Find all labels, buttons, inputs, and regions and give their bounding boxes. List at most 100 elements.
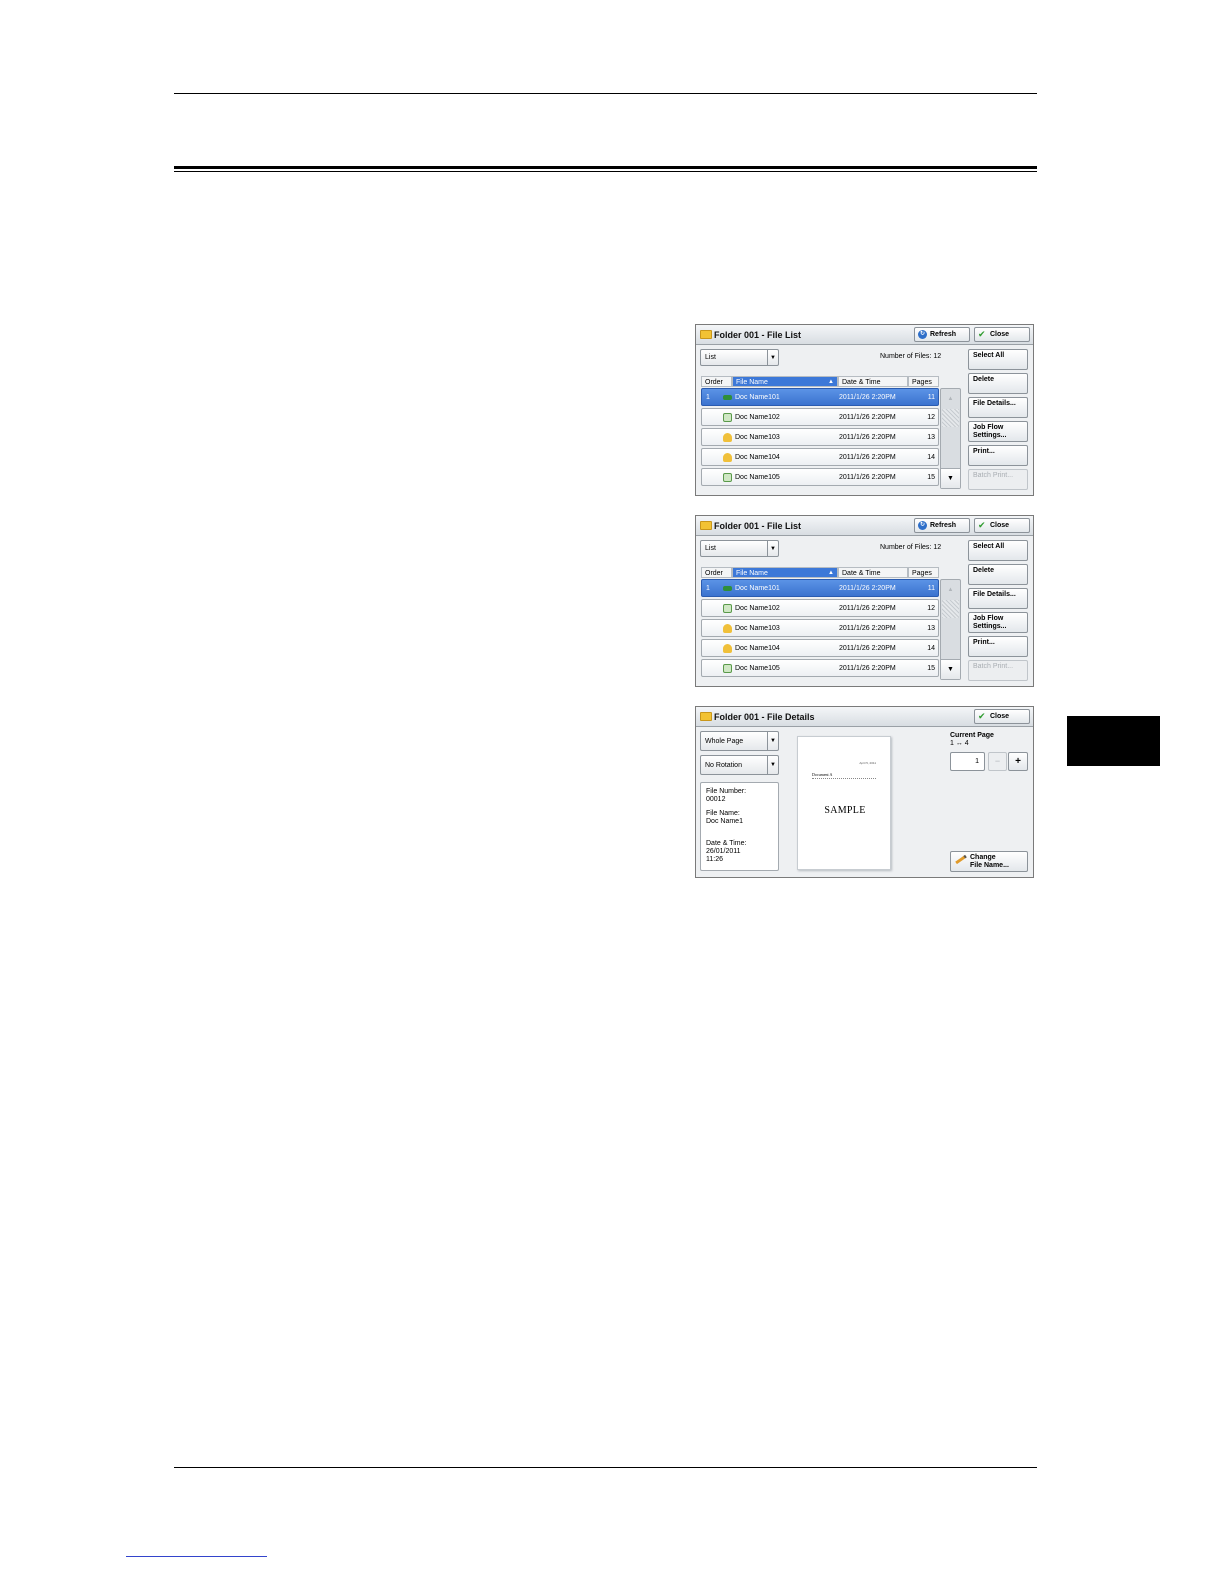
table-row[interactable]: Doc Name102 2011/1/26 2:20PM 12 <box>701 408 939 426</box>
table-row[interactable]: Doc Name105 2011/1/26 2:20PM 15 <box>701 659 939 677</box>
scroll-down-icon[interactable]: ▼ <box>941 468 960 488</box>
table-row[interactable]: Doc Name103 2011/1/26 2:20PM 13 <box>701 428 939 446</box>
row-date-time: 2011/1/26 2:20PM <box>839 585 896 592</box>
column-header-order[interactable]: Order <box>701 376 732 387</box>
page-of-total: 1 ↔ 4 <box>950 740 969 747</box>
file-name-label: File Name: <box>706 810 740 817</box>
view-select[interactable]: List ▼ <box>700 540 779 557</box>
file-list: 1 Doc Name101 2011/1/26 2:20PM 11 Doc Name10… <box>701 579 939 680</box>
column-header-order[interactable]: Order <box>701 567 732 578</box>
column-header-date-time[interactable]: Date & Time <box>838 376 908 387</box>
file-number-label: File Number: <box>706 788 747 795</box>
row-pages: 15 <box>927 474 935 481</box>
change-file-name-button[interactable]: Change File Name... <box>950 851 1028 872</box>
chevron-down-icon: ▼ <box>767 756 778 774</box>
refresh-button[interactable]: ↻ Refresh <box>914 327 970 342</box>
scroll-up-icon[interactable]: ▲ <box>941 389 960 409</box>
previous-page-button[interactable]: − <box>988 752 1007 771</box>
view-select[interactable]: List ▼ <box>700 349 779 366</box>
chevron-down-icon: ▼ <box>767 350 778 365</box>
select-all-button[interactable]: Select All <box>968 540 1028 561</box>
panel-title: Folder 001 - File List <box>714 521 802 531</box>
job-flow-label-line1: Job Flow <box>973 615 1004 622</box>
column-header-date-time[interactable]: Date & Time <box>838 567 908 578</box>
preview-heading: Document A <box>812 772 833 777</box>
select-all-button[interactable]: Select All <box>968 349 1028 370</box>
current-page-label: Current Page <box>950 732 994 739</box>
section-rule-thick <box>174 166 1037 169</box>
footer-link-underline[interactable] <box>126 1556 267 1557</box>
number-of-files: Number of Files: 12 <box>880 544 941 551</box>
list-scrollbar[interactable]: ▲ ▼ <box>940 579 961 680</box>
scroll-down-icon[interactable]: ▼ <box>941 659 960 679</box>
page-view-select[interactable]: Whole Page ▼ <box>700 731 779 751</box>
job-flow-label-line1: Job Flow <box>973 424 1004 431</box>
check-icon: ✔ <box>978 520 986 530</box>
delete-button[interactable]: Delete <box>968 373 1028 394</box>
job-flow-label-line2: Settings... <box>973 432 1007 439</box>
table-row[interactable]: Doc Name104 2011/1/26 2:20PM 14 <box>701 448 939 466</box>
box-icon <box>723 586 732 591</box>
next-page-button[interactable]: + <box>1008 752 1028 771</box>
view-select-value: List <box>705 545 716 552</box>
row-file-name: Doc Name105 <box>735 474 780 481</box>
column-header-file-name[interactable]: File Name ▲ <box>732 567 838 578</box>
close-button[interactable]: ✔ Close <box>974 518 1030 533</box>
table-row[interactable]: Doc Name104 2011/1/26 2:20PM 14 <box>701 639 939 657</box>
table-row[interactable]: 1 Doc Name101 2011/1/26 2:20PM 11 <box>701 579 939 597</box>
row-date-time: 2011/1/26 2:20PM <box>839 625 896 632</box>
row-file-name: Doc Name101 <box>735 585 780 592</box>
column-header-file-name[interactable]: File Name ▲ <box>732 376 838 387</box>
row-pages: 12 <box>927 605 935 612</box>
rotation-select[interactable]: No Rotation ▼ <box>700 755 779 775</box>
batch-print-button[interactable]: Batch Print... <box>968 660 1028 681</box>
title-bar: Folder 001 - File Details ✔ Close <box>696 707 1033 727</box>
folder-icon <box>700 330 712 339</box>
chevron-down-icon: ▼ <box>767 732 778 750</box>
preview-date: April 5, 2011 <box>859 761 876 765</box>
batch-print-button[interactable]: Batch Print... <box>968 469 1028 490</box>
scroll-thumb[interactable] <box>942 600 959 618</box>
column-header-file-name-label: File Name <box>736 570 768 577</box>
column-header-file-name-label: File Name <box>736 379 768 386</box>
change-name-line1: Change <box>970 854 996 861</box>
job-flow-settings-button[interactable]: Job Flow Settings... <box>968 612 1028 633</box>
refresh-icon: ↻ <box>918 330 927 339</box>
close-button[interactable]: ✔ Close <box>974 327 1030 342</box>
scroll-thumb[interactable] <box>942 409 959 427</box>
user-icon <box>723 433 732 442</box>
row-pages: 13 <box>927 434 935 441</box>
scroll-up-icon[interactable]: ▲ <box>941 580 960 600</box>
row-pages: 14 <box>927 645 935 652</box>
file-details-button[interactable]: File Details... <box>968 397 1028 418</box>
row-file-name: Doc Name104 <box>735 645 780 652</box>
close-button[interactable]: ✔ Close <box>974 709 1030 724</box>
table-row[interactable]: Doc Name105 2011/1/26 2:20PM 15 <box>701 468 939 486</box>
refresh-button[interactable]: ↻ Refresh <box>914 518 970 533</box>
file-details-button[interactable]: File Details... <box>968 588 1028 609</box>
panel-title: Folder 001 - File Details <box>714 712 815 722</box>
table-row[interactable]: 1 Doc Name101 2011/1/26 2:20PM 11 <box>701 388 939 406</box>
user-icon <box>723 644 732 653</box>
preview-sample-text: SAMPLE <box>824 805 866 816</box>
print-button[interactable]: Print... <box>968 445 1028 466</box>
row-date-time: 2011/1/26 2:20PM <box>839 434 896 441</box>
row-pages: 15 <box>927 665 935 672</box>
column-header-pages[interactable]: Pages <box>908 376 939 387</box>
user-icon <box>723 624 732 633</box>
print-button[interactable]: Print... <box>968 636 1028 657</box>
job-flow-settings-button[interactable]: Job Flow Settings... <box>968 421 1028 442</box>
row-date-time: 2011/1/26 2:20PM <box>839 454 896 461</box>
title-bar: Folder 001 - File List ↻ Refresh ✔ Close <box>696 516 1033 536</box>
delete-button[interactable]: Delete <box>968 564 1028 585</box>
number-of-files: Number of Files: 12 <box>880 353 941 360</box>
box-icon <box>723 395 732 400</box>
table-row[interactable]: Doc Name103 2011/1/26 2:20PM 13 <box>701 619 939 637</box>
list-scrollbar[interactable]: ▲ ▼ <box>940 388 961 489</box>
column-header-pages[interactable]: Pages <box>908 567 939 578</box>
number-of-files-label: Number of Files: <box>880 544 932 551</box>
current-page-field[interactable]: 1 <box>950 752 985 771</box>
file-list: 1 Doc Name101 2011/1/26 2:20PM 11 Doc Name10… <box>701 388 939 489</box>
chapter-tab <box>1067 716 1160 766</box>
table-row[interactable]: Doc Name102 2011/1/26 2:20PM 12 <box>701 599 939 617</box>
